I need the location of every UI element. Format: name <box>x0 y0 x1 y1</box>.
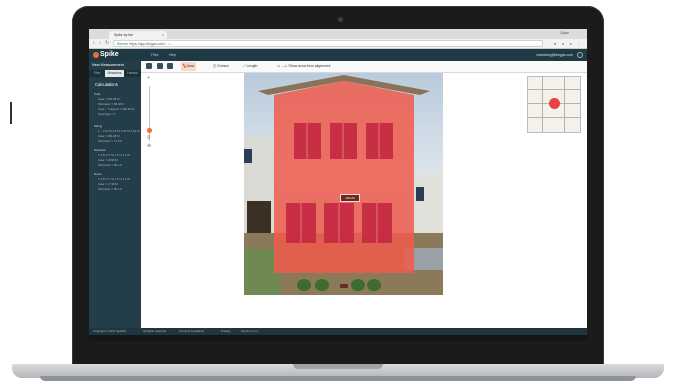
camera-icon <box>338 17 343 22</box>
zoom-slider-knob[interactable] <box>147 128 152 133</box>
ruler-icon: ⟋ <box>243 64 246 68</box>
calc-line: Siding <box>94 124 103 128</box>
reload-icon[interactable]: ↻ <box>105 40 109 47</box>
open-icon[interactable] <box>157 63 163 69</box>
zoom-rail: + ⚲ ⊕ <box>147 76 153 196</box>
footer-privacy-link[interactable]: Privacy <box>221 328 230 335</box>
footer-version: Version 2.1.1 <box>241 329 258 333</box>
calc-line: Perimeter = 68.48 ft <box>98 102 124 106</box>
window-overlay[interactable] <box>366 123 393 159</box>
browser-tab[interactable]: Spike by Ike × <box>109 31 167 39</box>
footer-copyright: Copyright © 2017 ikeGPS <box>93 329 127 333</box>
shrubs <box>297 279 387 293</box>
sidebar-tabs: Files Measures Hazard <box>89 70 141 77</box>
toolbar: ▚ Area ◰ Extract ⟋ Length ▭→▭ Show area … <box>141 61 587 73</box>
calc-line: Windows <box>94 148 106 152</box>
browser-tab-bar: Spike by Ike × Spike <box>89 29 587 39</box>
extract-icon: ◰ <box>213 64 217 68</box>
close-icon[interactable]: × <box>162 31 164 39</box>
calc-line: Perimeter = 48.1 ft <box>98 163 122 167</box>
url-text: https://app.ikegps.com/…/… <box>129 42 174 46</box>
area-icon: ▚ <box>183 64 186 68</box>
screen-bezel-bottom <box>89 335 587 341</box>
location-marker-icon <box>549 98 560 109</box>
extract-tool-label: Extract <box>217 64 229 68</box>
tab-measures[interactable]: Measures <box>105 70 124 77</box>
shrub <box>367 279 381 291</box>
extension-icons[interactable]: ★ ● ● ⋮ <box>553 41 583 46</box>
alignment-icon: ▭→▭ <box>277 64 288 68</box>
browser-tab-title: Spike by Ike <box>114 33 134 37</box>
search-icon[interactable]: ⚲ <box>147 136 152 141</box>
copy-icon[interactable] <box>167 63 173 69</box>
user-icon[interactable] <box>577 52 583 58</box>
secure-label: Secure <box>117 42 129 46</box>
footer: Copyright © 2017 ikeGPS All rights reser… <box>89 328 587 335</box>
logo-icon <box>93 52 99 58</box>
minimap-road <box>528 89 580 90</box>
laptop-screen: Spike by Ike × Spike ‹ › ↻ Secure https:… <box>89 29 587 341</box>
calc-line: Doors <box>94 172 102 176</box>
shrub <box>351 279 365 291</box>
calc-line: Perimeter = 38.1 ft <box>98 187 122 191</box>
window-overlay[interactable] <box>330 123 357 159</box>
calc-line: Total <box>94 92 101 96</box>
wall-area-overlay[interactable] <box>274 81 414 273</box>
calc-line: 1.4 ft² 2.7 ft² 2.4 ft² 1.1 ft² <box>98 177 130 181</box>
side-marker <box>10 102 12 124</box>
window-overlay[interactable] <box>294 123 321 159</box>
app-logo[interactable]: Spike <box>100 50 119 60</box>
zoom-in-icon[interactable]: + <box>147 76 152 81</box>
laptop-base-edge <box>40 376 636 381</box>
minimap-road <box>542 77 543 132</box>
facade-overlay[interactable] <box>244 73 443 295</box>
tab-files[interactable]: Files <box>89 70 105 77</box>
window-user-label: Spike <box>560 31 569 35</box>
calc-line: Openings = 0 <box>98 112 116 116</box>
menu-files[interactable]: Files <box>151 50 158 60</box>
menu-help[interactable]: Help <box>169 50 176 60</box>
tab-hazard[interactable]: Hazard <box>124 70 141 77</box>
upper-windows <box>294 123 393 159</box>
calc-line: Area = 260.48 ft² <box>98 97 120 101</box>
house-photo: 160.26 <box>244 73 443 295</box>
minimap-road <box>564 77 565 132</box>
sidebar: New Measurement Files Measures Hazard Ca… <box>89 61 141 328</box>
measurement-title: New Measurement <box>92 63 124 67</box>
laptop-notch <box>293 364 383 369</box>
shrub <box>315 279 329 291</box>
url-input[interactable]: Secure https://app.ikegps.com/…/… <box>113 40 543 47</box>
calc-line: Area – 7 objects = 160.26 ft² <box>98 107 135 111</box>
minimap-road <box>528 117 580 118</box>
back-icon[interactable]: ‹ <box>93 40 95 47</box>
area-tool-button[interactable]: ▚ Area <box>181 62 197 71</box>
measurement-canvas[interactable]: + ⚲ ⊕ 160.26 <box>141 73 587 328</box>
calc-line: Area = 160.48 ft² <box>98 134 120 138</box>
app-header: Spike Files Help marketing@ikegps.com <box>89 49 587 61</box>
calc-line: Perimeter = 71.6 ft <box>98 139 122 143</box>
footer-terms-link[interactable]: Terms & Conditions <box>179 328 204 335</box>
footer-rights: All rights reserved <box>143 329 167 333</box>
length-tool-label: Length <box>246 64 258 68</box>
calc-line: Area = 17.36 ft² <box>98 182 119 186</box>
calc-line: 1.4 ft² 2.7 ft² 2.4 ft² 1.1 ft² <box>98 153 130 157</box>
extract-tool-button[interactable]: ◰ Extract <box>213 62 229 71</box>
forward-icon[interactable]: › <box>99 40 101 47</box>
save-icon[interactable] <box>146 63 152 69</box>
alignment-tool-button[interactable]: ▭→▭ Show area from alignment <box>277 62 330 71</box>
account-email[interactable]: marketing@ikegps.com <box>536 50 573 60</box>
length-tool-button[interactable]: ⟋ Length <box>243 62 258 71</box>
alignment-tool-label: Show area from alignment <box>288 64 331 68</box>
reset-view-icon[interactable]: ⊕ <box>147 144 152 149</box>
minimap[interactable] <box>527 76 581 133</box>
calculations-title: Calculations <box>95 82 118 87</box>
area-measure-label[interactable]: 160.26 <box>340 194 360 202</box>
area-tool-label: Area <box>186 64 195 68</box>
calc-line: 1 – 3.47 ft² 2.6 ft² 3.47 ft² 4.21 ft² <box>98 129 140 133</box>
address-bar: ‹ › ↻ Secure https://app.ikegps.com/…/… … <box>89 39 587 49</box>
calc-line: Area = 18.96 ft² <box>98 158 119 162</box>
shrub <box>297 279 311 291</box>
